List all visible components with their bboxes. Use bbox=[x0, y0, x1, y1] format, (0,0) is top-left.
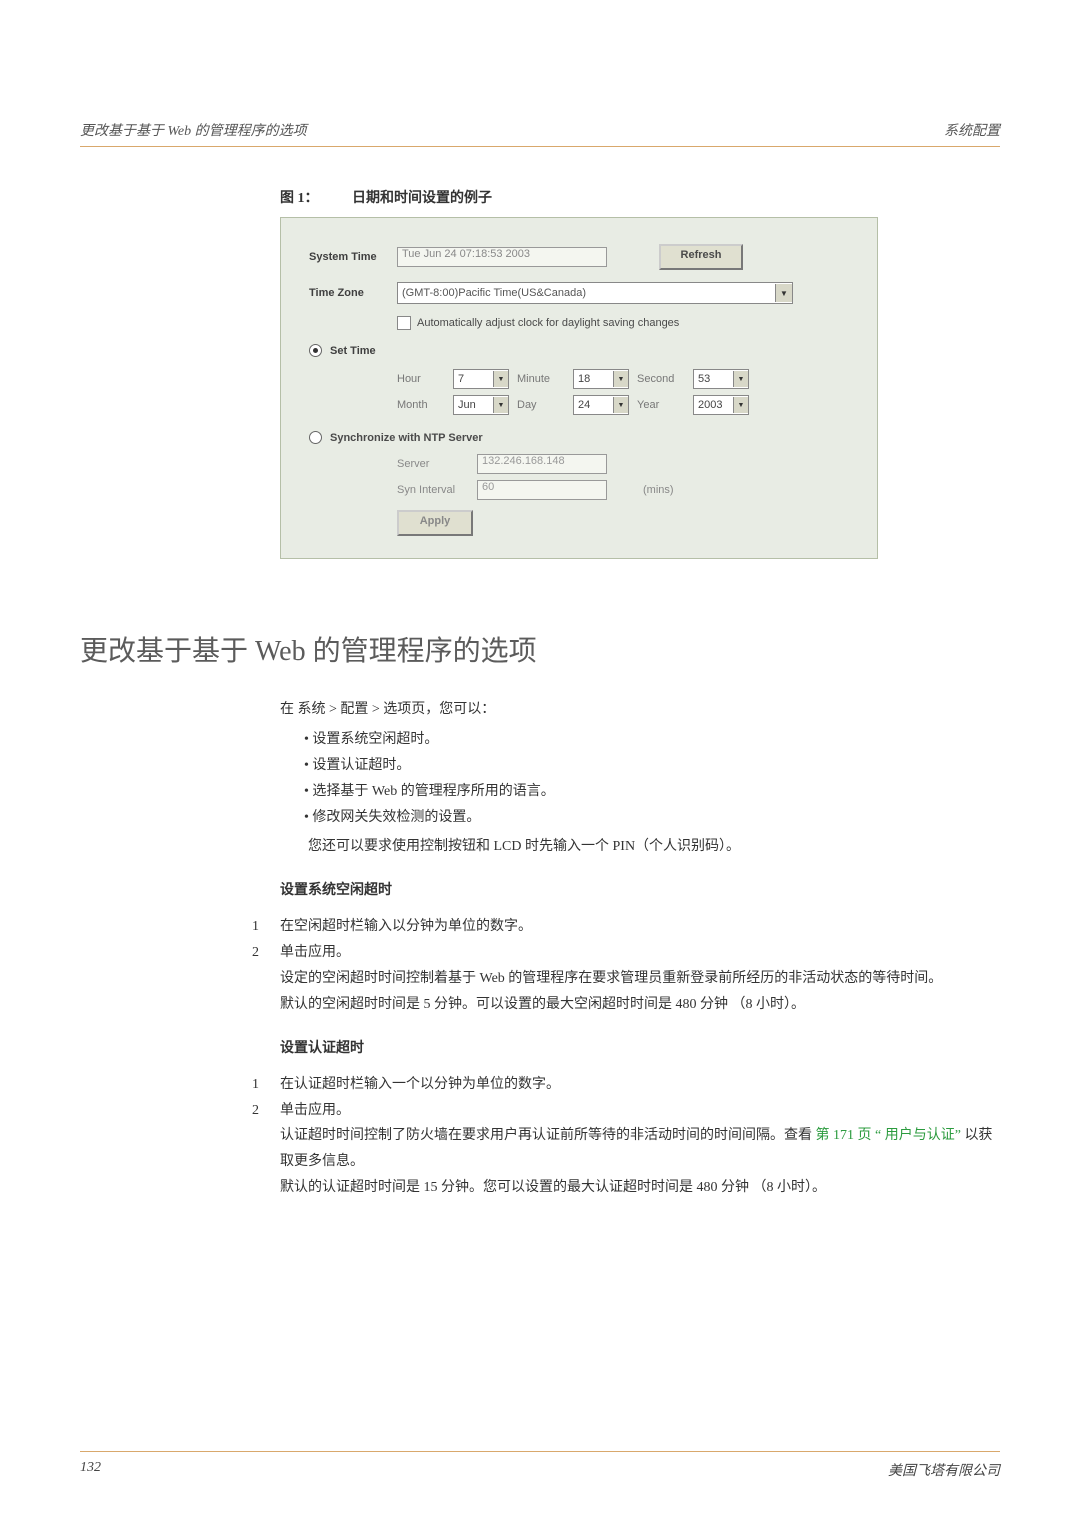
figure-caption: 图 1： 日期和时间设置的例子 bbox=[280, 187, 1000, 207]
ntp-interval-unit: (mins) bbox=[643, 484, 674, 496]
step-text: 单击应用。 bbox=[280, 940, 350, 966]
datetime-panel: System Time Tue Jun 24 07:18:53 2003 Ref… bbox=[280, 217, 878, 559]
ntp-interval-input[interactable]: 60 bbox=[477, 480, 607, 500]
timezone-label: Time Zone bbox=[309, 287, 397, 299]
chevron-down-icon: ▼ bbox=[613, 371, 628, 387]
ntp-interval-label: Syn Interval bbox=[397, 484, 477, 496]
second-select[interactable]: 53▼ bbox=[693, 369, 749, 389]
step-text: 在空闲超时栏输入以分钟为单位的数字。 bbox=[280, 914, 532, 940]
set-time-radio[interactable] bbox=[309, 344, 322, 357]
bullet-list: 设置系统空闲超时。 设置认证超时。 选择基于 Web 的管理程序所用的语言。 修… bbox=[264, 727, 1000, 831]
step-text: 单击应用。 bbox=[280, 1098, 350, 1124]
refresh-button[interactable]: Refresh bbox=[659, 244, 743, 270]
apply-button[interactable]: Apply bbox=[397, 510, 473, 536]
paragraph: 默认的认证超时时间是 15 分钟。您可以设置的最大认证超时时间是 480 分钟 … bbox=[280, 1175, 1000, 1201]
minute-label: Minute bbox=[517, 373, 573, 385]
timezone-value: (GMT-8:00)Pacific Time(US&Canada) bbox=[402, 287, 586, 299]
list-item: 设置系统空闲超时。 bbox=[304, 727, 1000, 753]
chevron-down-icon: ▼ bbox=[493, 397, 508, 413]
paragraph: 认证超时时间控制了防火墙在要求用户再认证前所等待的非活动时间的时间间隔。查看 第… bbox=[280, 1123, 1000, 1175]
year-label: Year bbox=[637, 399, 693, 411]
chevron-down-icon: ▼ bbox=[493, 371, 508, 387]
ntp-radio[interactable] bbox=[309, 431, 322, 444]
step-number: 2 bbox=[252, 1098, 280, 1124]
list-item: 选择基于 Web 的管理程序所用的语言。 bbox=[304, 779, 1000, 805]
month-select[interactable]: Jun▼ bbox=[453, 395, 509, 415]
chevron-down-icon: ▼ bbox=[613, 397, 628, 413]
page-number: 132 bbox=[80, 1460, 101, 1480]
pin-note: 您还可以要求使用控制按钮和 LCD 时先输入一个 PIN（个人识别码）。 bbox=[308, 834, 1000, 860]
dst-label: Automatically adjust clock for daylight … bbox=[417, 317, 679, 329]
header-right: 系统配置 bbox=[944, 120, 1000, 140]
cross-ref-link[interactable]: 第 171 页 “ 用户与认证” bbox=[816, 1128, 961, 1143]
system-time-label: System Time bbox=[309, 251, 397, 263]
hour-select[interactable]: 7▼ bbox=[453, 369, 509, 389]
chevron-down-icon: ▼ bbox=[733, 371, 748, 387]
list-item: 修改网关失效检测的设置。 bbox=[304, 805, 1000, 831]
step-text: 在认证超时栏输入一个以分钟为单位的数字。 bbox=[280, 1072, 560, 1098]
step-number: 1 bbox=[252, 1072, 280, 1098]
ntp-label: Synchronize with NTP Server bbox=[330, 432, 483, 444]
dst-checkbox[interactable] bbox=[397, 316, 411, 330]
set-time-label: Set Time bbox=[330, 345, 402, 357]
minute-select[interactable]: 18▼ bbox=[573, 369, 629, 389]
section-title: 更改基于基于 Web 的管理程序的选项 bbox=[80, 629, 1000, 669]
second-label: Second bbox=[637, 373, 693, 385]
hour-label: Hour bbox=[397, 373, 453, 385]
header-left: 更改基于基于 Web 的管理程序的选项 bbox=[80, 120, 307, 140]
ntp-server-input[interactable]: 132.246.168.148 bbox=[477, 454, 607, 474]
day-select[interactable]: 24▼ bbox=[573, 395, 629, 415]
subheading-auth: 设置认证超时 bbox=[280, 1036, 1000, 1062]
paragraph: 设定的空闲超时时间控制着基于 Web 的管理程序在要求管理员重新登录前所经历的非… bbox=[280, 966, 1000, 992]
month-label: Month bbox=[397, 399, 453, 411]
paragraph: 默认的空闲超时时间是 5 分钟。可以设置的最大空闲超时时间是 480 分钟 （8… bbox=[280, 992, 1000, 1018]
ntp-server-label: Server bbox=[397, 458, 477, 470]
intro-text: 在 系统 > 配置 > 选项页，您可以： bbox=[280, 697, 1000, 723]
step-number: 2 bbox=[252, 940, 280, 966]
subheading-idle: 设置系统空闲超时 bbox=[280, 878, 1000, 904]
list-item: 设置认证超时。 bbox=[304, 753, 1000, 779]
footer-company: 美国飞塔有限公司 bbox=[888, 1460, 1000, 1480]
step-number: 1 bbox=[252, 914, 280, 940]
chevron-down-icon: ▼ bbox=[733, 397, 748, 413]
timezone-select[interactable]: (GMT-8:00)Pacific Time(US&Canada) ▼ bbox=[397, 282, 793, 304]
figure-title: 日期和时间设置的例子 bbox=[352, 191, 492, 206]
chevron-down-icon: ▼ bbox=[775, 284, 792, 302]
system-time-input[interactable]: Tue Jun 24 07:18:53 2003 bbox=[397, 247, 607, 267]
day-label: Day bbox=[517, 399, 573, 411]
year-select[interactable]: 2003▼ bbox=[693, 395, 749, 415]
figure-number: 图 1： bbox=[280, 191, 319, 206]
